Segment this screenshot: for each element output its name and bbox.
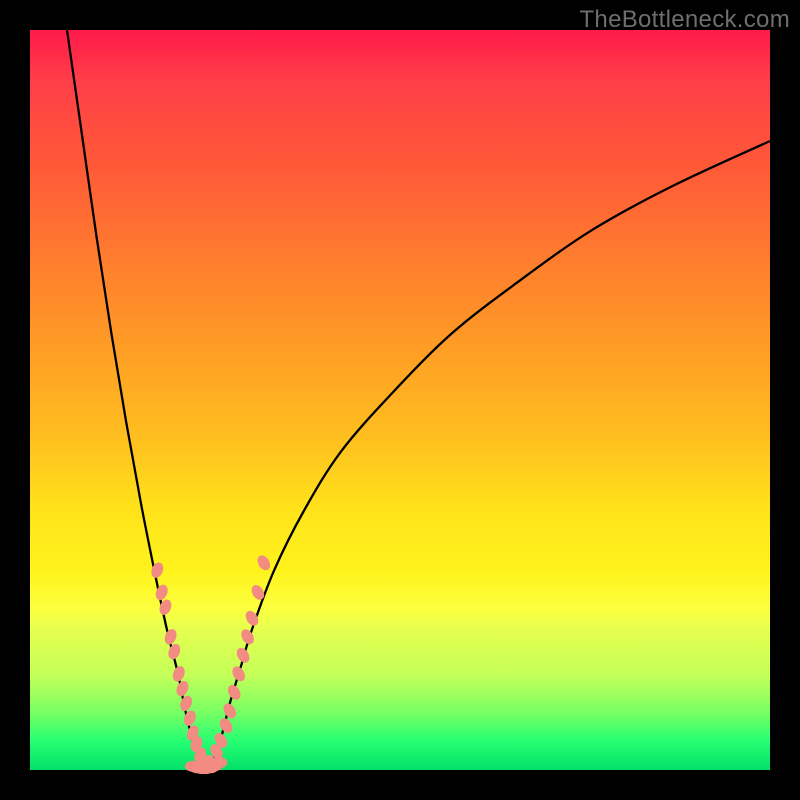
chart-plot-area (30, 30, 770, 770)
bead-marker (256, 554, 272, 572)
bead-marker (239, 628, 255, 646)
bead-marker (218, 717, 234, 735)
bead-marker (171, 665, 186, 683)
bead-marker (212, 758, 227, 768)
bead-marker (222, 702, 238, 720)
bead-marker (226, 683, 242, 701)
bead-marker (163, 628, 178, 646)
bead-marker (179, 695, 194, 713)
chart-svg (30, 30, 770, 770)
bead-marker (230, 665, 246, 683)
chart-frame: TheBottleneck.com (0, 0, 800, 800)
curve-left-branch (67, 30, 208, 770)
beads-group (150, 554, 272, 774)
bead-marker (167, 643, 182, 661)
bead-marker (235, 646, 251, 664)
bead-marker (175, 680, 190, 698)
curve-right-branch (208, 141, 770, 770)
watermark-text: TheBottleneck.com (579, 6, 790, 34)
